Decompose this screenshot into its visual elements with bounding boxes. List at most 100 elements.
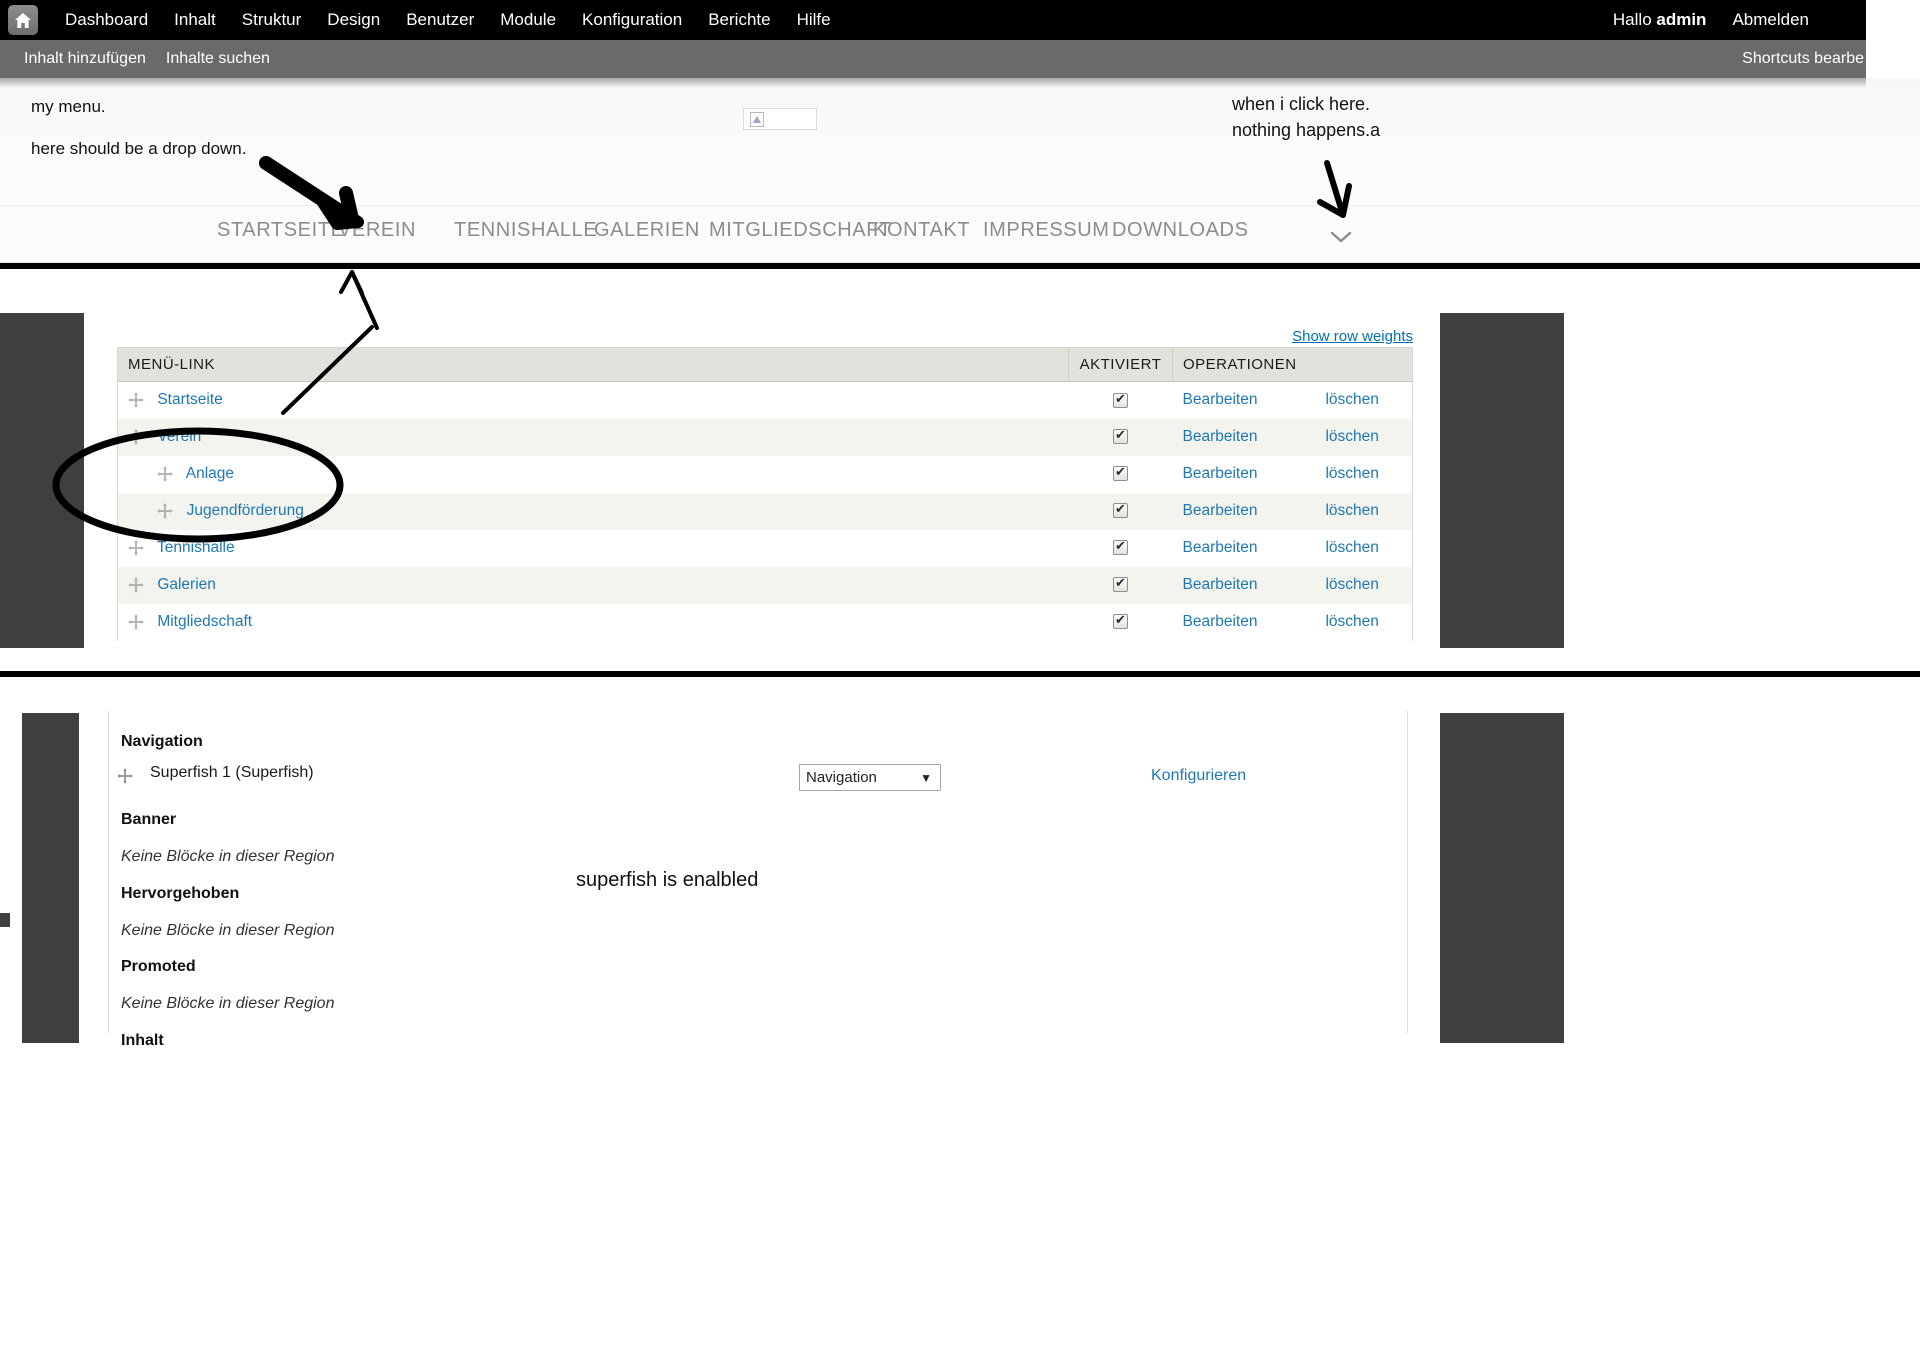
annotation-left-line1: my menu.: [31, 97, 106, 116]
toolbar-item-konfiguration[interactable]: Konfiguration: [569, 0, 695, 40]
drag-handle-icon[interactable]: [128, 613, 144, 630]
configure-link[interactable]: Konfigurieren: [1151, 767, 1246, 785]
delete-link[interactable]: löschen: [1325, 539, 1378, 556]
cell-menu-link: Tennishalle: [117, 529, 1069, 567]
user-greeting: Hallo admin: [1600, 0, 1720, 40]
cell-enabled: [1068, 529, 1173, 567]
edit-link[interactable]: Bearbeiten: [1183, 428, 1258, 445]
delete-link[interactable]: löschen: [1325, 502, 1378, 519]
annotation-right: when i click here. nothing happens.a: [1232, 91, 1380, 143]
logout-link[interactable]: Abmelden: [1719, 0, 1822, 40]
enabled-checkbox[interactable]: [1113, 575, 1128, 593]
drag-handle-icon[interactable]: [128, 392, 144, 409]
chevron-down-icon[interactable]: [1330, 225, 1352, 247]
toolbar-item-design[interactable]: Design: [314, 0, 393, 40]
drag-handle-icon[interactable]: [157, 465, 174, 482]
toolbar-item-hilfe[interactable]: Hilfe: [784, 0, 844, 40]
shortcut-search-content[interactable]: Inhalte suchen: [156, 50, 280, 68]
menu-link-jugendfoerderung[interactable]: Jugendförderung: [187, 502, 304, 519]
toolbar-item-dashboard[interactable]: Dashboard: [52, 0, 161, 40]
greeting-username: admin: [1656, 10, 1707, 29]
delete-link[interactable]: löschen: [1325, 613, 1378, 630]
nav-item-verein[interactable]: VEREIN: [338, 219, 416, 242]
enabled-checkbox[interactable]: [1113, 391, 1128, 408]
menu-links-table: MENÜ-LINK AKTIVIERT OPERATIONEN Startsei…: [117, 347, 1413, 641]
enabled-checkbox[interactable]: [1113, 464, 1128, 482]
annotation-right-line2: nothing happens.a: [1232, 120, 1381, 141]
edit-shortcuts-link[interactable]: Shortcuts bearbe: [1732, 40, 1866, 78]
nav-item-mitgliedschaft[interactable]: MITGLIEDSCHAFT: [709, 219, 892, 242]
region-empty-promoted: Keine Blöcke in dieser Region: [121, 995, 335, 1012]
region-title-promoted: Promoted: [121, 958, 196, 975]
table-row: Jugendförderung Bearbeiten löschen: [117, 492, 1413, 530]
home-icon[interactable]: [8, 5, 38, 35]
delete-link[interactable]: löschen: [1325, 576, 1378, 593]
menu-link-verein[interactable]: Verein: [157, 428, 201, 445]
menu-link-tennishalle[interactable]: Tennishalle: [157, 539, 235, 556]
toolbar-item-inhalt[interactable]: Inhalt: [161, 0, 229, 40]
column-header-aktiviert: AKTIVIERT: [1068, 347, 1173, 382]
nav-item-galerien[interactable]: GALERIEN: [594, 219, 700, 242]
table-row: Tennishalle Bearbeiten löschen: [117, 529, 1413, 567]
edit-link[interactable]: Bearbeiten: [1183, 391, 1258, 408]
admin-toolbar: Dashboard Inhalt Struktur Design Benutze…: [0, 0, 1866, 78]
greeting-prefix: Hallo: [1612, 10, 1657, 29]
cell-enabled: [1068, 418, 1173, 456]
cell-enabled: [1068, 492, 1173, 530]
edit-link[interactable]: Bearbeiten: [1183, 539, 1258, 556]
block-region-select[interactable]: Navigation ▼: [799, 764, 941, 791]
blocks-region: Navigation Superfish 1 (Superfish) Navig…: [0, 677, 1920, 1107]
enabled-checkbox[interactable]: [1113, 612, 1128, 630]
region-title-inhalt: Inhalt: [121, 1032, 164, 1049]
menu-links-thead: MENÜ-LINK AKTIVIERT OPERATIONEN: [117, 347, 1413, 382]
delete-link[interactable]: löschen: [1325, 465, 1378, 482]
cell-enabled: [1068, 455, 1173, 493]
toolbar-item-module[interactable]: Module: [487, 0, 569, 40]
screenshot-root: Dashboard Inhalt Struktur Design Benutze…: [0, 0, 1920, 1372]
nav-item-kontakt[interactable]: KONTAKT: [873, 219, 970, 242]
cell-menu-link: Startseite: [117, 381, 1069, 419]
drag-handle-icon[interactable]: [117, 768, 133, 789]
show-row-weights-link[interactable]: Show row weights: [1292, 328, 1413, 345]
nav-item-startseite[interactable]: STARTSEITE: [217, 219, 345, 242]
broken-image-icon: [750, 112, 764, 127]
drag-handle-icon[interactable]: [128, 539, 144, 556]
edit-link[interactable]: Bearbeiten: [1183, 613, 1258, 630]
admin-toolbar-shortcuts: Inhalt hinzufügen Inhalte suchen Shortcu…: [0, 40, 1866, 78]
region-title-hervorgehoben: Hervorgehoben: [121, 885, 240, 902]
site-primary-nav: STARTSEITE VEREIN TENNISHALLE GALERIEN M…: [0, 205, 1920, 263]
toolbar-item-struktur[interactable]: Struktur: [229, 0, 315, 40]
region-title-banner: Banner: [121, 811, 177, 828]
nav-item-impressum[interactable]: IMPRESSUM: [983, 219, 1110, 242]
cell-menu-link: Anlage: [117, 455, 1069, 493]
toolbar-item-berichte[interactable]: Berichte: [695, 0, 783, 40]
enabled-checkbox[interactable]: [1113, 501, 1128, 519]
enabled-checkbox[interactable]: [1113, 427, 1128, 445]
chevron-down-icon: ▼: [920, 771, 932, 785]
annotation-left-line2: here should be a drop down.: [31, 138, 247, 158]
edit-link[interactable]: Bearbeiten: [1183, 465, 1258, 482]
edit-link[interactable]: Bearbeiten: [1183, 576, 1258, 593]
toolbar-item-benutzer[interactable]: Benutzer: [393, 0, 487, 40]
delete-link[interactable]: löschen: [1325, 391, 1378, 408]
table-row: Verein Bearbeiten löschen: [117, 418, 1413, 456]
menu-links-tbody: Startseite Bearbeiten löschen Verein Bear…: [117, 381, 1413, 641]
delete-link[interactable]: löschen: [1325, 428, 1378, 445]
menu-link-galerien[interactable]: Galerien: [157, 576, 216, 593]
page-whitespace-right: [1564, 313, 1920, 648]
enabled-checkbox[interactable]: [1113, 538, 1128, 556]
menu-link-mitgliedschaft[interactable]: Mitgliedschaft: [157, 613, 252, 630]
block-label-superfish: Superfish 1 (Superfish): [150, 764, 314, 781]
menu-link-anlage[interactable]: Anlage: [186, 465, 234, 482]
menu-link-startseite[interactable]: Startseite: [157, 391, 222, 408]
nav-item-tennishalle[interactable]: TENNISHALLE: [454, 219, 597, 242]
drag-handle-icon[interactable]: [157, 502, 174, 519]
cell-operations: Bearbeiten löschen: [1172, 566, 1413, 604]
drag-handle-icon[interactable]: [128, 428, 144, 445]
drag-handle-icon[interactable]: [128, 576, 144, 593]
edit-link[interactable]: Bearbeiten: [1183, 502, 1258, 519]
nav-item-downloads[interactable]: DOWNLOADS: [1112, 219, 1249, 242]
cell-operations: Bearbeiten löschen: [1172, 418, 1413, 456]
shortcut-add-content[interactable]: Inhalt hinzufügen: [14, 50, 156, 68]
site-primary-nav-inner: STARTSEITE VEREIN TENNISHALLE GALERIEN M…: [0, 205, 1920, 263]
